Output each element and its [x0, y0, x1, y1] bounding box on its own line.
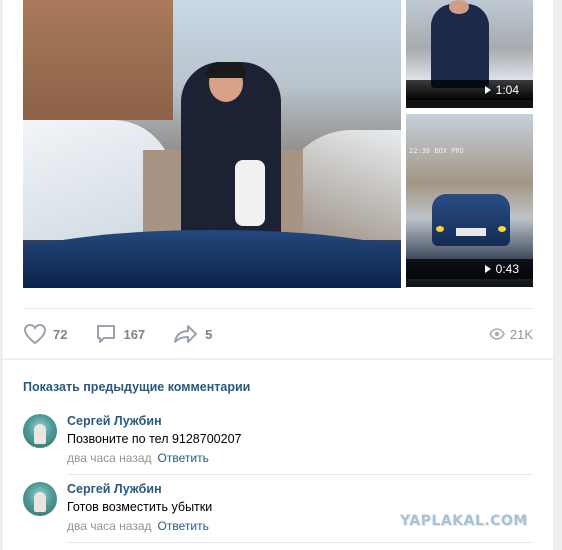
play-icon	[484, 86, 491, 94]
play-icon	[484, 265, 491, 273]
views-count: 21K	[509, 326, 533, 342]
main-photo[interactable]	[23, 0, 401, 288]
eye-icon	[488, 328, 505, 340]
comment-item: Сергей Лужбин Позвоните по тел 912870020…	[23, 414, 533, 475]
video-thumbnail-2[interactable]: 22:38 BOX PRO 0:43	[406, 114, 533, 287]
video-duration: 1:04	[495, 83, 519, 97]
comment-meta: два часа назад Ответить	[67, 519, 209, 533]
thumb-headlight-right	[498, 226, 506, 232]
reply-link[interactable]: Ответить	[158, 451, 209, 465]
comment-text: Готов возместить убытки	[67, 500, 213, 514]
thumb-person-head	[449, 0, 469, 14]
comment-divider	[67, 542, 533, 543]
views-counter: 21K	[488, 326, 533, 342]
like-count: 72	[53, 326, 68, 342]
heart-icon	[23, 323, 47, 345]
comment-button[interactable]: 167	[95, 323, 145, 345]
photo-bag	[235, 160, 265, 226]
share-button[interactable]: 5	[173, 323, 212, 345]
reply-link[interactable]: Ответить	[158, 519, 209, 533]
comment-time[interactable]: два часа назад	[67, 519, 152, 533]
photo-car-hood	[23, 230, 401, 288]
comment-time[interactable]: два часа назад	[67, 451, 152, 465]
comment-bubble-icon	[97, 325, 116, 343]
photo-person-hat	[206, 62, 246, 78]
comments-section: Показать предыдущие комментарии Сергей Л…	[3, 360, 553, 550]
site-watermark: YAPLAKAL.COM	[400, 513, 528, 529]
thumb-headlight-left	[436, 226, 444, 232]
video-thumbnail-1[interactable]: 1:04	[406, 0, 533, 108]
video-duration: 0:43	[495, 262, 519, 276]
avatar[interactable]	[23, 482, 57, 516]
video-duration-badge: 0:43	[406, 259, 533, 279]
video-duration-badge: 1:04	[406, 80, 533, 100]
comment-item: Сергей Лужбин Готов возместить убытки дв…	[23, 482, 533, 543]
photo-building	[23, 0, 173, 120]
comment-divider	[67, 474, 533, 475]
comment-meta: два часа назад Ответить	[67, 451, 209, 465]
comment-author[interactable]: Сергей Лужбин	[67, 414, 162, 428]
post-divider	[23, 308, 533, 309]
comment-count: 167	[123, 326, 146, 342]
avatar-figure	[34, 492, 46, 512]
post-card: 1:04 22:38 BOX PRO 0:43 72 167 5 21K	[3, 0, 553, 358]
avatar[interactable]	[23, 414, 57, 448]
share-count: 5	[205, 326, 213, 342]
show-previous-comments-link[interactable]: Показать предыдущие комментарии	[23, 380, 250, 394]
like-button[interactable]: 72	[23, 323, 67, 345]
avatar-figure	[34, 424, 46, 444]
comment-text: Позвоните по тел 9128700207	[67, 432, 242, 446]
thumb-timestamp: 22:38 BOX PRO	[409, 147, 464, 155]
thumb-car	[432, 194, 510, 246]
thumb-license-plate	[456, 228, 486, 236]
comment-author[interactable]: Сергей Лужбин	[67, 482, 162, 496]
thumb-person	[431, 4, 489, 88]
share-arrow-icon	[174, 325, 198, 343]
post-actions: 72 167 5 21K	[23, 322, 533, 346]
